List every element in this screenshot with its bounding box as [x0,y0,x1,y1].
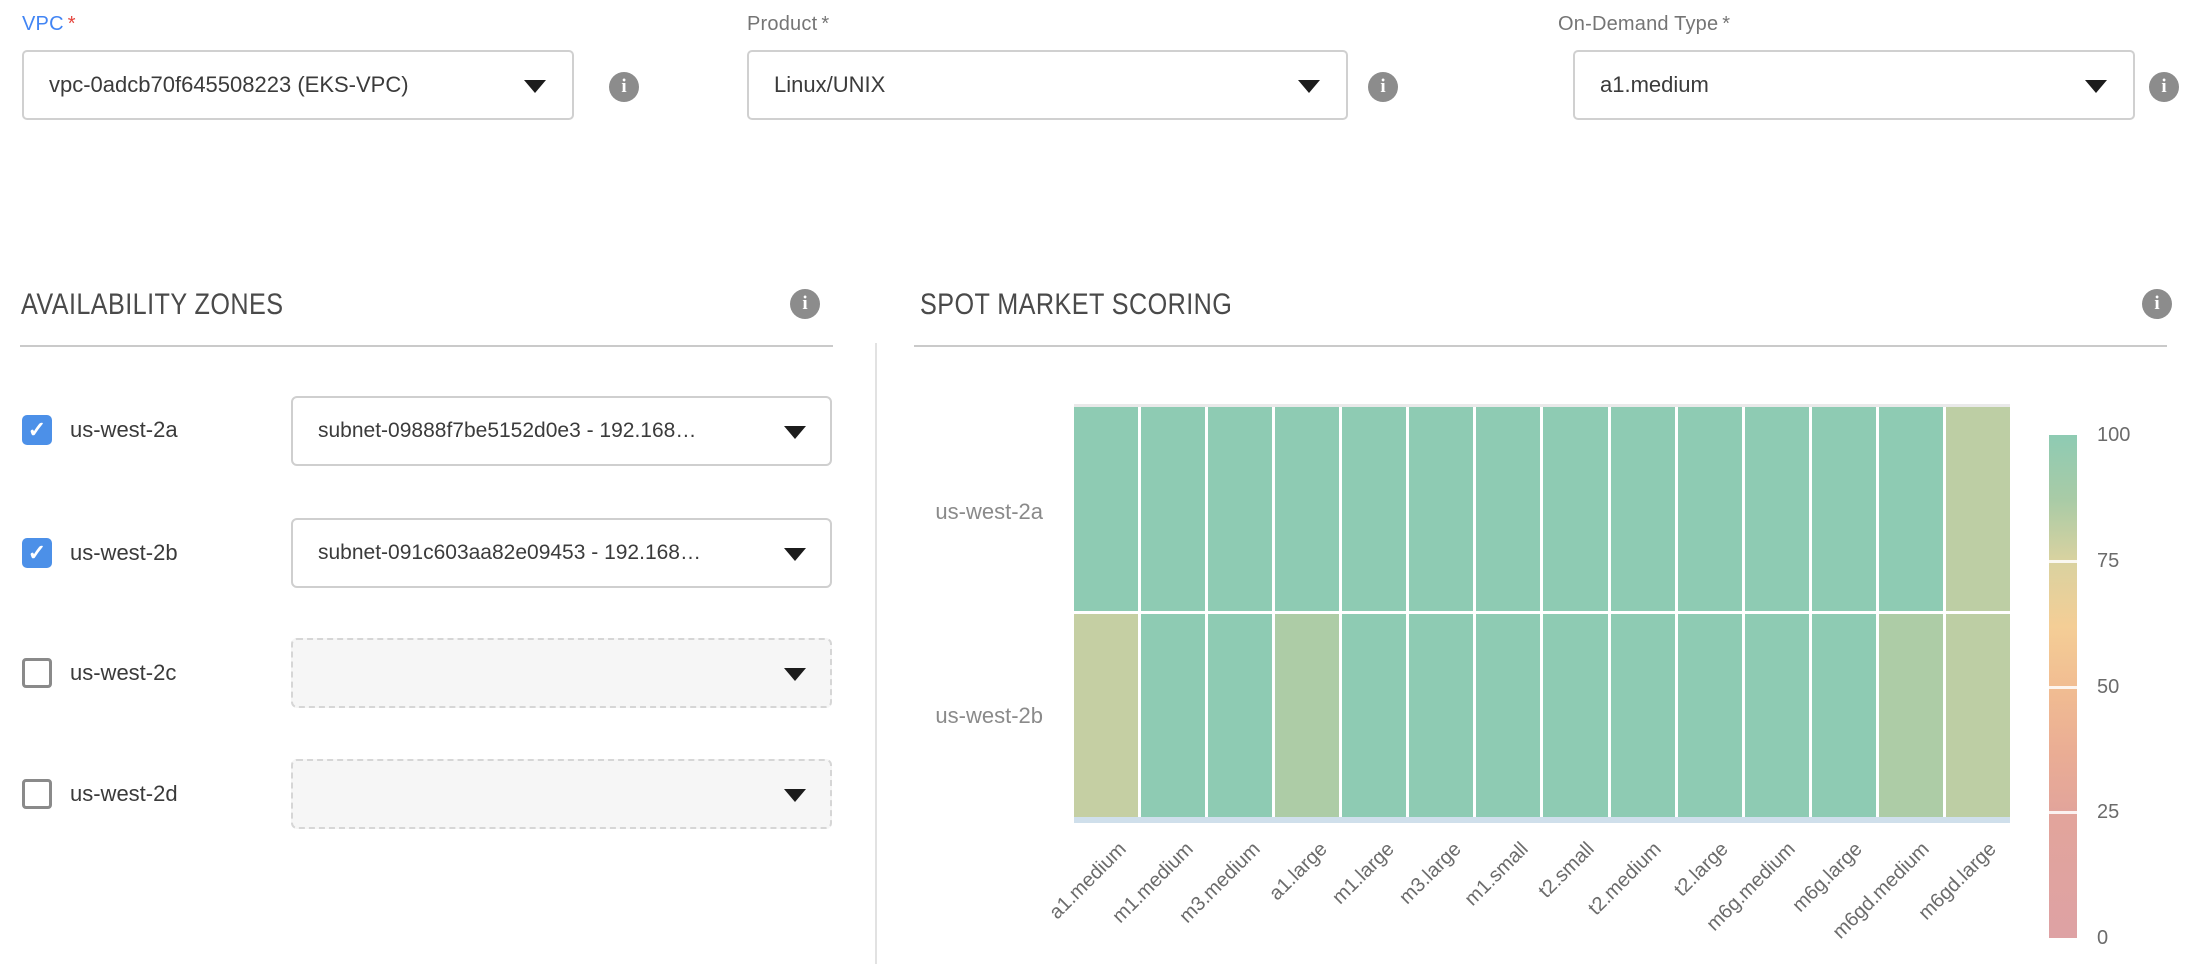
vpc-label-text: VPC [22,13,64,35]
heatmap-cell-us-west-2b-m6g.large [1812,614,1876,818]
required-asterisk: * [68,13,76,35]
chevron-down-icon [2085,80,2107,93]
heatmap-cell-us-west-2a-m6gd.medium [1879,407,1943,611]
zone-label: us-west-2c [70,660,176,686]
heatmap-cell-us-west-2b-m1.small [1476,614,1540,818]
spot-market-configuration-page: VPC* vpc-0adcb70f645508223 (EKS-VPC) i P… [0,0,2196,964]
availability-zones-info-icon[interactable]: i [790,289,820,319]
vpc-select[interactable]: vpc-0adcb70f645508223 (EKS-VPC) [22,50,574,120]
product-select-value: Linux/UNIX [749,52,1346,118]
heatmap-cell-us-west-2b-t2.small [1543,614,1607,818]
subnet-select-value: subnet-091c603aa82e09453 - 192.168… [293,520,830,586]
heatmap-row-label: us-west-2b [850,703,1043,729]
spot-market-scoring-divider [914,345,2167,347]
zone-label: us-west-2d [70,781,178,807]
heatmap-cell-us-west-2a-t2.medium [1611,407,1675,611]
score-colorbar [2049,435,2077,938]
heatmap-cell-us-west-2a-m6g.medium [1745,407,1809,611]
product-select[interactable]: Linux/UNIX [747,50,1348,120]
heatmap-cell-us-west-2a-m6g.large [1812,407,1876,611]
chevron-down-icon [784,668,806,681]
heatmap-cell-us-west-2b-m1.large [1342,614,1406,818]
spot-market-scoring-info-icon[interactable]: i [2142,289,2172,319]
colorbar-tick-mark [2049,560,2077,563]
zone-checkbox-us-west-2b[interactable]: ✓ [22,538,52,568]
heatmap-cell-us-west-2a-m3.medium [1208,407,1272,611]
product-label-text: Product [747,13,817,35]
heatmap-cell-us-west-2a-m6gd.large [1946,407,2010,611]
heatmap-cell-us-west-2a-m1.small [1476,407,1540,611]
chevron-down-icon [1298,80,1320,93]
heatmap-cell-us-west-2a-t2.large [1678,407,1742,611]
heatmap-cell-us-west-2a-m1.large [1342,407,1406,611]
chevron-down-icon [784,548,806,561]
colorbar-tick-label: 0 [2097,927,2177,950]
spot-market-scoring-title: SPOT MARKET SCORING [920,288,1232,322]
heatmap-cell-us-west-2b-a1.large [1275,614,1339,818]
on-demand-type-select-value: a1.medium [1575,52,2133,118]
chevron-down-icon [784,426,806,439]
zone-checkbox-us-west-2a[interactable]: ✓ [22,415,52,445]
vpc-label: VPC* [22,13,76,36]
heatmap-cell-us-west-2b-a1.medium [1074,614,1138,818]
heatmap-axis-line [1074,817,2010,823]
heatmap-cell-us-west-2a-a1.large [1275,407,1339,611]
product-label: Product* [747,13,829,36]
heatmap-cell-us-west-2b-t2.large [1678,614,1742,818]
subnet-select-us-west-2b[interactable]: subnet-091c603aa82e09453 - 192.168… [291,518,832,588]
availability-zones-title: AVAILABILITY ZONES [21,288,283,322]
subnet-select-us-west-2d [291,759,832,829]
colorbar-tick-label: 50 [2097,676,2177,699]
heatmap-cell-us-west-2b-m6gd.medium [1879,614,1943,818]
zone-checkbox-us-west-2c[interactable] [22,658,52,688]
subnet-select-us-west-2a[interactable]: subnet-09888f7be5152d0e3 - 192.168… [291,396,832,466]
vpc-info-icon[interactable]: i [609,72,639,102]
required-asterisk: * [1722,13,1730,35]
heatmap-row-label: us-west-2a [850,499,1043,525]
heatmap-cell-us-west-2a-m3.large [1409,407,1473,611]
chevron-down-icon [784,789,806,802]
colorbar-tick-label: 25 [2097,801,2177,824]
availability-zones-divider [20,345,833,347]
zone-label: us-west-2a [70,417,178,443]
zone-label: us-west-2b [70,540,178,566]
colorbar-tick-label: 75 [2097,550,2177,573]
subnet-select-value: subnet-09888f7be5152d0e3 - 192.168… [293,398,830,464]
vpc-select-value: vpc-0adcb70f645508223 (EKS-VPC) [24,52,572,118]
on-demand-type-label-text: On-Demand Type [1558,13,1718,35]
heatmap-cell-us-west-2b-m3.large [1409,614,1473,818]
heatmap-cell-us-west-2a-m1.medium [1141,407,1205,611]
panel-divider [875,343,877,964]
heatmap-cell-us-west-2b-m1.medium [1141,614,1205,818]
colorbar-tick-mark [2049,811,2077,814]
zone-checkbox-us-west-2d[interactable] [22,779,52,809]
spot-score-heatmap [1074,407,2010,817]
heatmap-cell-us-west-2b-m3.medium [1208,614,1272,818]
heatmap-cell-us-west-2a-a1.medium [1074,407,1138,611]
colorbar-tick-mark [2049,686,2077,689]
on-demand-type-select[interactable]: a1.medium [1573,50,2135,120]
on-demand-type-label: On-Demand Type* [1558,13,1730,36]
heatmap-cell-us-west-2b-m6gd.large [1946,614,2010,818]
on-demand-type-info-icon[interactable]: i [2149,72,2179,102]
heatmap-cell-us-west-2b-m6g.medium [1745,614,1809,818]
subnet-select-us-west-2c [291,638,832,708]
heatmap-cell-us-west-2a-t2.small [1543,407,1607,611]
colorbar-tick-label: 100 [2097,424,2177,447]
chevron-down-icon [524,80,546,93]
required-asterisk: * [821,13,829,35]
product-info-icon[interactable]: i [1368,72,1398,102]
heatmap-cell-us-west-2b-t2.medium [1611,614,1675,818]
